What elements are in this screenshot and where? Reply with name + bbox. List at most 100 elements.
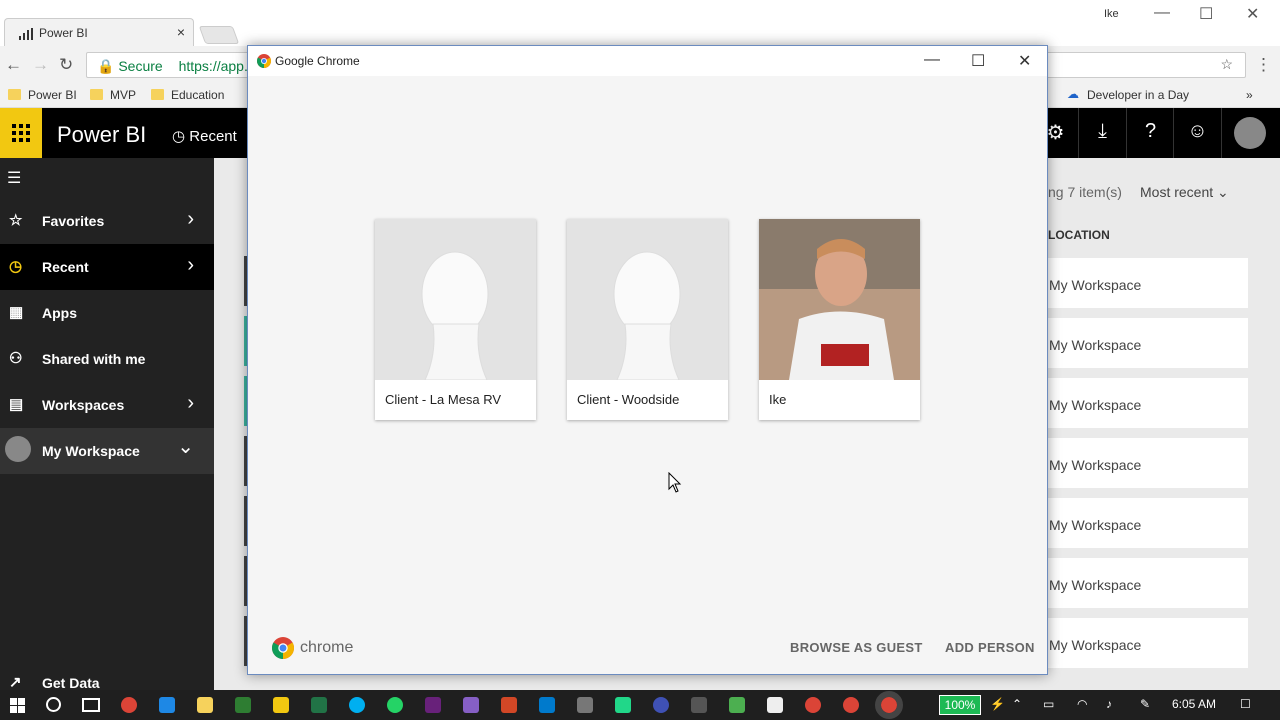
powerbi-tab-icon	[19, 28, 33, 40]
battery-icon[interactable]: ▭	[1043, 697, 1054, 711]
visual-studio-icon[interactable]	[425, 697, 441, 713]
chrome-taskbar-icon[interactable]	[843, 697, 859, 713]
skype-icon[interactable]	[349, 697, 365, 713]
profile-photo	[759, 219, 920, 380]
profile-card[interactable]: Client - Woodside	[567, 219, 728, 420]
back-icon[interactable]: ←	[5, 55, 22, 75]
reload-icon[interactable]: ↻	[59, 55, 73, 75]
excel-icon[interactable]	[311, 697, 327, 713]
account-button[interactable]	[1221, 108, 1280, 158]
help-icon[interactable]: ?	[1126, 108, 1174, 158]
search-icon[interactable]	[46, 697, 61, 712]
visual-studio-icon[interactable]	[463, 697, 479, 713]
bookmark-mvp[interactable]: MVP	[90, 88, 136, 102]
location-cell: My Workspace	[1048, 498, 1248, 548]
nav-apps[interactable]: ▦ Apps	[0, 290, 214, 336]
powerpoint-icon[interactable]	[501, 697, 517, 713]
star-icon[interactable]: ☆	[1220, 56, 1233, 73]
bookmark-education[interactable]: Education	[151, 88, 224, 102]
nav-workspaces[interactable]: ▤ Workspaces ›	[0, 382, 214, 428]
app-icon[interactable]	[767, 697, 783, 713]
nav-shared[interactable]: ⚇ Shared with me	[0, 336, 214, 382]
chevron-right-icon: ›	[187, 254, 194, 276]
profile-card[interactable]: Ike	[759, 219, 920, 420]
window-user-name[interactable]: Ike	[1104, 8, 1119, 20]
pen-icon[interactable]: ✎	[1140, 697, 1150, 711]
close-window-icon[interactable]: ✕	[1246, 4, 1259, 24]
chevron-down-icon: ⌄	[177, 436, 194, 458]
nav-label: Recent	[42, 259, 89, 275]
app-title[interactable]: Power BI	[57, 122, 146, 148]
bookmark-label: Power BI	[28, 88, 77, 102]
nav-recent[interactable]: ◷ Recent ›	[0, 244, 214, 290]
more-bookmarks-icon[interactable]: »	[1226, 88, 1253, 102]
location-cell: My Workspace	[1048, 438, 1248, 488]
profile-picker-dialog: Google Chrome — ☐ ✕ Client - La Mesa RV …	[247, 45, 1048, 675]
app-icon[interactable]	[235, 697, 251, 713]
volume-icon[interactable]: ♪	[1106, 697, 1112, 711]
windows-start-icon[interactable]	[10, 698, 25, 713]
app-icon[interactable]	[729, 697, 745, 713]
chrome-taskbar-icon[interactable]	[875, 691, 903, 719]
get-data-icon: ↗	[9, 674, 22, 690]
url-text: https://app.p	[178, 58, 256, 74]
dialog-minimize-icon[interactable]: —	[924, 51, 940, 69]
nav-my-workspace[interactable]: My Workspace ⌄	[0, 428, 214, 474]
maximize-icon[interactable]: ☐	[1199, 4, 1213, 24]
file-explorer-icon[interactable]	[197, 697, 213, 713]
wifi-icon[interactable]: ◠	[1077, 697, 1087, 711]
dialog-maximize-icon[interactable]: ☐	[971, 51, 985, 71]
folder-icon	[90, 89, 103, 100]
vscode-icon[interactable]	[539, 697, 555, 713]
header-recent[interactable]: ◷ Recent	[172, 127, 237, 145]
chevron-down-icon: ⌄	[1217, 184, 1229, 200]
bookmark-powerbi[interactable]: Power BI	[8, 88, 77, 102]
chrome-brand: chrome	[272, 637, 353, 664]
powerbi-desktop-icon[interactable]	[273, 697, 289, 713]
app-icon[interactable]	[577, 697, 593, 713]
profile-name: Client - La Mesa RV	[385, 392, 502, 407]
tab-powerbi[interactable]: Power BI ×	[4, 18, 194, 46]
whatsapp-icon[interactable]	[387, 697, 403, 713]
profile-card[interactable]: Client - La Mesa RV	[375, 219, 536, 420]
add-person-button[interactable]: ADD PERSON	[945, 640, 1035, 655]
menu-icon[interactable]: ⋮	[1255, 55, 1272, 75]
nav-favorites[interactable]: ☆ Favorites ›	[0, 198, 214, 244]
location-cell: My Workspace	[1048, 318, 1248, 368]
download-icon[interactable]: ⤓	[1078, 108, 1126, 158]
nav-get-data[interactable]: ↗ Get Data	[0, 672, 214, 690]
app-icon[interactable]	[691, 697, 707, 713]
chrome-taskbar-icon[interactable]	[805, 697, 821, 713]
forward-icon[interactable]: →	[32, 55, 49, 75]
feedback-icon[interactable]: ☺	[1173, 108, 1221, 158]
app-launcher-icon[interactable]	[0, 108, 42, 158]
chrome-wordmark: chrome	[300, 639, 354, 656]
mannequin-head-icon	[375, 219, 536, 380]
task-view-icon[interactable]	[82, 698, 100, 712]
person-photo-icon	[759, 219, 920, 380]
battery-indicator[interactable]: 100%	[939, 695, 981, 715]
app-icon[interactable]	[653, 697, 669, 713]
location-cell: My Workspace	[1048, 558, 1248, 608]
edge-icon[interactable]	[159, 697, 175, 713]
clock-time[interactable]: 6:05 AM	[1172, 697, 1216, 711]
folder-icon	[151, 89, 164, 100]
dialog-close-icon[interactable]: ✕	[1018, 51, 1031, 71]
user-icon	[5, 436, 31, 462]
minimize-icon[interactable]: —	[1154, 4, 1170, 22]
hamburger-icon[interactable]: ☰	[7, 168, 21, 188]
windows-taskbar: 100% ⚡ ⌃ ▭ ◠ ♪ ✎ 6:05 AM ☐	[0, 690, 1280, 720]
bookmark-developer[interactable]: ☁ Developer in a Day	[1067, 87, 1190, 102]
tab-close-icon[interactable]: ×	[177, 24, 185, 40]
nav-label: Get Data	[42, 675, 100, 690]
sort-dropdown[interactable]: Most recent ⌄	[1140, 184, 1229, 201]
bookmark-label: Developer in a Day	[1087, 88, 1190, 102]
new-tab-button[interactable]	[198, 26, 240, 44]
location-cell: My Workspace	[1048, 378, 1248, 428]
chevron-up-icon[interactable]: ⌃	[1012, 697, 1022, 711]
power-icon[interactable]: ⚡	[990, 697, 1005, 711]
chrome-taskbar-icon[interactable]	[121, 697, 137, 713]
browse-as-guest-button[interactable]: BROWSE AS GUEST	[790, 640, 923, 655]
notifications-icon[interactable]: ☐	[1240, 697, 1251, 711]
pycharm-icon[interactable]	[615, 697, 631, 713]
